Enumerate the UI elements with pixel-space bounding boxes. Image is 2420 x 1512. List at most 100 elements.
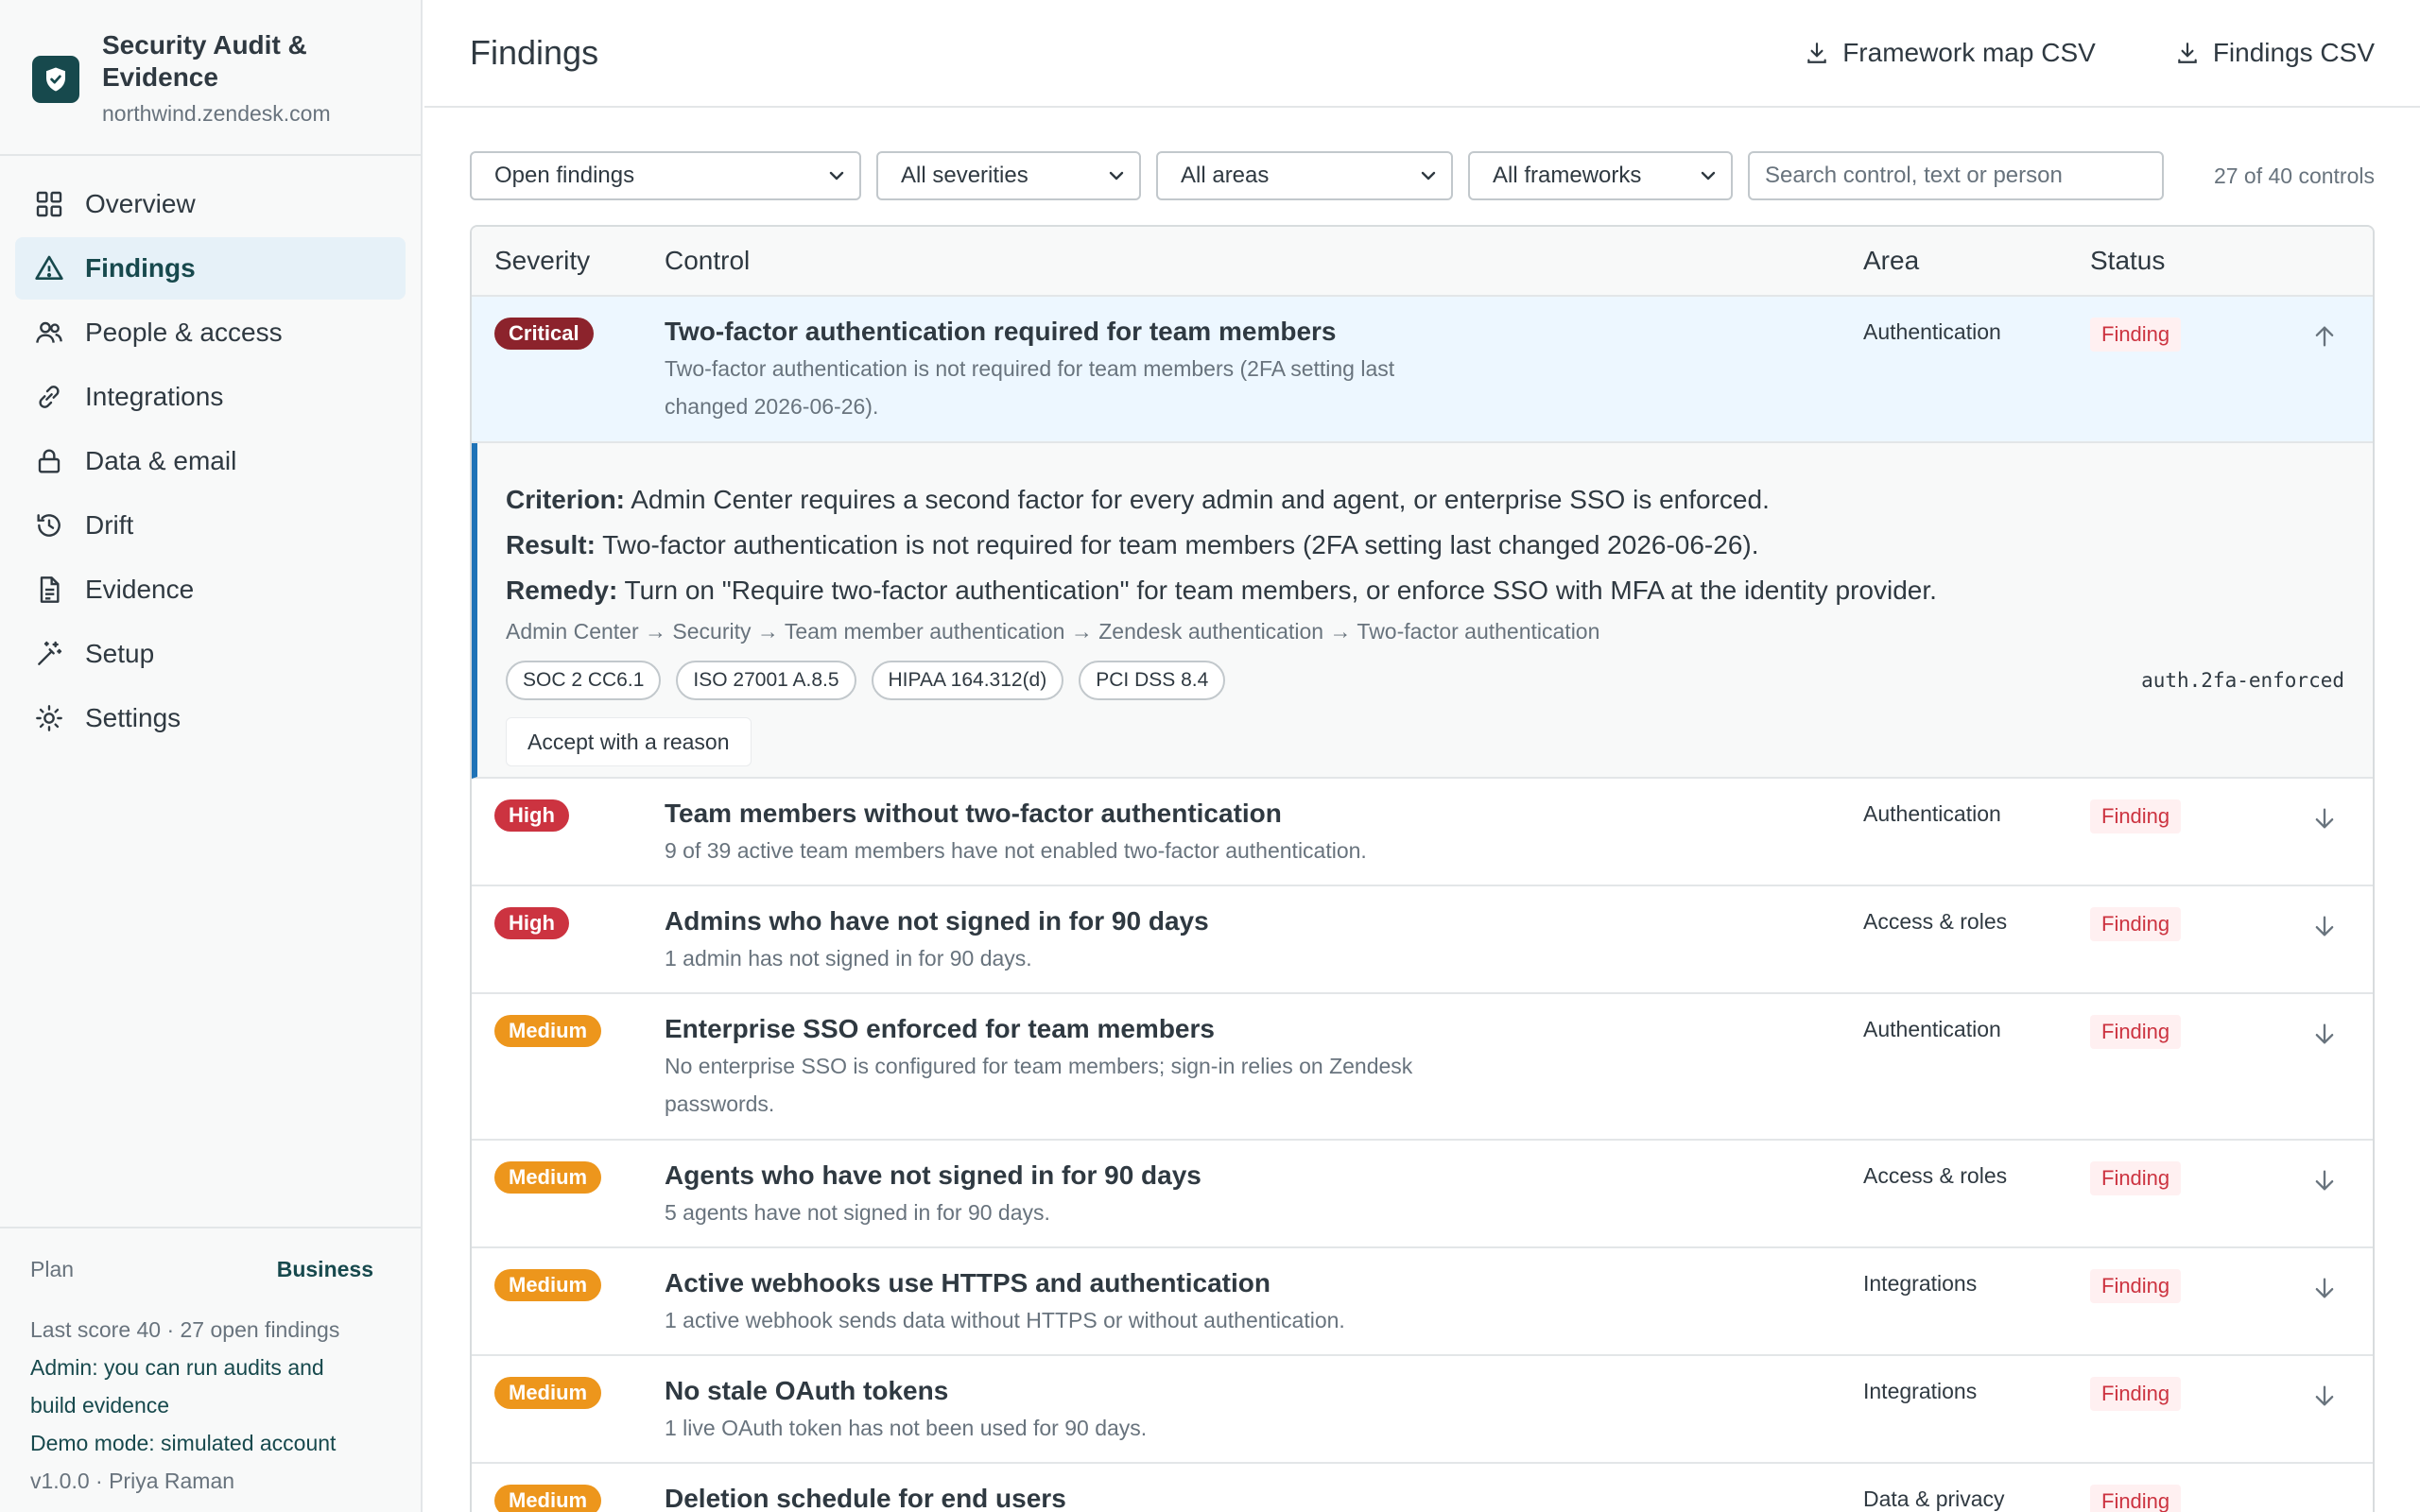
gear-icon — [34, 703, 64, 733]
expand-arrow-down-icon[interactable] — [2311, 805, 2338, 832]
table-row[interactable]: Medium Enterprise SSO enforced for team … — [472, 994, 2373, 1141]
area-cell: Authentication — [1863, 1017, 2001, 1041]
sidebar-item-overview[interactable]: Overview — [15, 173, 406, 235]
chevron-down-icon — [1109, 171, 1124, 180]
sidebar-item-label: People & access — [85, 318, 283, 347]
sidebar-footer: Plan Business Last score 40 · 27 open fi… — [0, 1227, 421, 1512]
chevron-down-icon — [1421, 171, 1436, 180]
result-line: Result: Two-factor authentication is not… — [506, 523, 2344, 568]
control-description: 5 agents have not signed in for 90 days. — [665, 1200, 1050, 1225]
control-description: Two-factor authentication is not require… — [665, 350, 1478, 425]
criterion-label: Criterion: — [506, 485, 625, 514]
control-title: Deletion schedule for end users — [665, 1484, 1066, 1512]
control-title: Team members without two-factor authenti… — [665, 799, 1282, 828]
status-badge: Finding — [2090, 1161, 2182, 1195]
result-text: Two-factor authentication is not require… — [595, 530, 1759, 559]
findings-table: Severity Control Area Status Critical Tw… — [470, 225, 2375, 1512]
finding-detail-panel: Criterion: Admin Center requires a secon… — [472, 443, 2373, 779]
status-badge: Finding — [2090, 799, 2182, 833]
table-row[interactable]: Medium No stale OAuth tokens 1 live OAut… — [472, 1356, 2373, 1464]
expand-arrow-down-icon[interactable] — [2311, 1167, 2338, 1194]
sidebar-item-setup[interactable]: Setup — [15, 623, 406, 685]
severity-badge: High — [494, 907, 569, 939]
filter-bar: Open findings All severities All areas A… — [470, 151, 2375, 200]
control-description-line: Two-factor authentication is not require… — [665, 356, 1395, 381]
plan-value: Business — [276, 1257, 373, 1281]
sidebar-item-evidence[interactable]: Evidence — [15, 558, 406, 621]
grid-icon — [34, 189, 64, 219]
collapse-arrow-up-icon[interactable] — [2311, 323, 2338, 350]
findings-csv-button[interactable]: Findings CSV — [2175, 38, 2375, 68]
account-subdomain: northwind.zendesk.com — [102, 101, 331, 126]
table-row[interactable]: Medium Agents who have not signed in for… — [472, 1141, 2373, 1248]
area-cell: Access & roles — [1863, 909, 2008, 934]
criterion-line: Criterion: Admin Center requires a secon… — [506, 477, 2344, 523]
status-badge: Finding — [2090, 1015, 2182, 1049]
status-filter-value: Open findings — [494, 163, 635, 188]
sidebar-item-drift[interactable]: Drift — [15, 494, 406, 557]
area-cell: Integrations — [1863, 1379, 1978, 1403]
control-title: Enterprise SSO enforced for team members — [665, 1014, 1215, 1043]
accept-with-reason-button[interactable]: Accept with a reason — [506, 717, 752, 766]
admin-note-line-1: Admin: you can run audits and — [30, 1355, 324, 1380]
area-cell: Integrations — [1863, 1271, 1978, 1296]
page-title: Findings — [470, 33, 599, 72]
control-title: Agents who have not signed in for 90 day… — [665, 1160, 1201, 1190]
download-icon — [1807, 43, 1826, 63]
status-badge: Finding — [2090, 318, 2182, 352]
demo-mode-note: Demo mode: simulated account — [30, 1431, 337, 1455]
history-icon — [34, 510, 64, 541]
sidebar-item-label: Drift — [85, 510, 134, 540]
status-badge: Finding — [2090, 1269, 2182, 1303]
sidebar-item-people-access[interactable]: People & access — [15, 301, 406, 364]
table-row[interactable]: Critical Two-factor authentication requi… — [472, 297, 2373, 443]
expand-arrow-down-icon[interactable] — [2311, 913, 2338, 939]
expand-arrow-down-icon[interactable] — [2311, 1383, 2338, 1409]
sidebar: Security Audit & Evidence northwind.zend… — [0, 0, 423, 1512]
download-icon — [2178, 43, 2197, 63]
framework-filter-value: All frameworks — [1493, 163, 1642, 188]
framework-chip: SOC 2 CC6.1 — [506, 661, 662, 700]
status-filter-select[interactable]: Open findings — [470, 151, 861, 200]
sidebar-nav: Overview Findings People & access Integr… — [0, 156, 421, 749]
table-row[interactable]: Medium Active webhooks use HTTPS and aut… — [472, 1248, 2373, 1356]
framework-chip: PCI DSS 8.4 — [1079, 661, 1226, 700]
sidebar-item-data-email[interactable]: Data & email — [15, 430, 406, 492]
severity-badge: Medium — [494, 1485, 602, 1512]
lock-icon — [34, 446, 64, 476]
framework-map-csv-button[interactable]: Framework map CSV — [1805, 38, 2096, 68]
control-description: 1 active webhook sends data without HTTP… — [665, 1308, 1345, 1332]
status-badge: Finding — [2090, 1377, 2182, 1411]
sidebar-item-settings[interactable]: Settings — [15, 687, 406, 749]
column-header-area[interactable]: Area — [1863, 246, 1919, 276]
sidebar-item-integrations[interactable]: Integrations — [15, 366, 406, 428]
shield-check-icon — [32, 56, 79, 103]
version-user: v1.0.0 · Priya Raman — [30, 1469, 235, 1493]
column-header-severity[interactable]: Severity — [494, 246, 590, 276]
table-row[interactable]: Medium Deletion schedule for end users D… — [472, 1464, 2373, 1512]
column-header-control[interactable]: Control — [665, 246, 750, 276]
area-filter-select[interactable]: All areas — [1156, 151, 1453, 200]
chevron-down-icon — [1701, 171, 1716, 180]
controls-count: 27 of 40 controls — [2213, 163, 2375, 188]
severity-filter-select[interactable]: All severities — [876, 151, 1141, 200]
expand-arrow-down-icon[interactable] — [2311, 1021, 2338, 1047]
framework-filter-select[interactable]: All frameworks — [1468, 151, 1733, 200]
column-header-status[interactable]: Status — [2090, 246, 2165, 276]
table-row[interactable]: High Admins who have not signed in for 9… — [472, 886, 2373, 994]
search-input[interactable] — [1748, 151, 2164, 200]
table-row[interactable]: High Team members without two-factor aut… — [472, 779, 2373, 886]
severity-badge: Medium — [494, 1015, 602, 1047]
sidebar-item-findings[interactable]: Findings — [15, 237, 406, 300]
chevron-down-icon — [829, 171, 844, 180]
control-description: 1 live OAuth token has not been used for… — [665, 1416, 1148, 1440]
severity-badge: Medium — [494, 1269, 602, 1301]
findings-csv-label: Findings CSV — [2212, 38, 2375, 67]
page-header: Findings Framework map CSV Findings CSV — [424, 0, 2420, 108]
severity-badge: Medium — [494, 1161, 602, 1194]
control-description: 1 admin has not signed in for 90 days. — [665, 946, 1032, 971]
control-id: auth.2fa-enforced — [2141, 669, 2344, 692]
expand-arrow-down-icon[interactable] — [2311, 1275, 2338, 1301]
control-title: Two-factor authentication required for t… — [665, 317, 1337, 346]
area-cell: Authentication — [1863, 801, 2001, 826]
